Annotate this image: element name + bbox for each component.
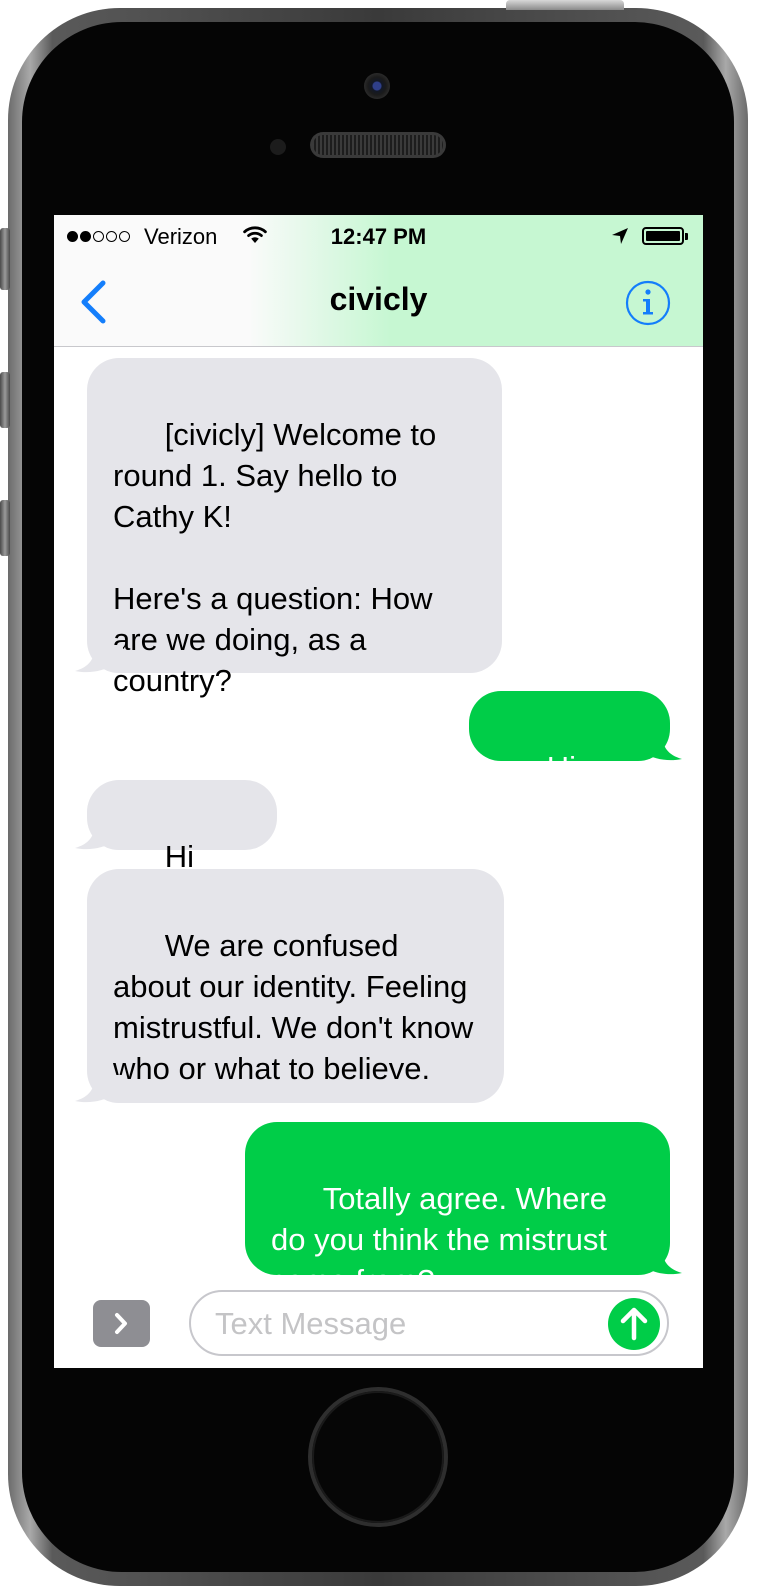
- status-bar: Verizon 12:47 PM: [54, 215, 703, 259]
- location-arrow-icon: [610, 226, 630, 252]
- info-icon: [625, 280, 671, 326]
- volume-up-button: [0, 372, 10, 428]
- message-bubble-incoming[interactable]: We are confused about our identity. Feel…: [87, 869, 504, 1103]
- bubble-tail: [634, 1247, 682, 1275]
- bubble-tail: [75, 645, 123, 673]
- message-text: We are confused about our identity. Feel…: [113, 928, 482, 1086]
- message-thread: [civicly] Welcome to round 1. Say hello …: [54, 347, 703, 1298]
- earpiece-speaker: [310, 132, 446, 158]
- send-button[interactable]: [608, 1298, 660, 1350]
- message-text: [civicly] Welcome to round 1. Say hello …: [113, 417, 437, 698]
- chevron-right-icon: [115, 1313, 127, 1334]
- home-button[interactable]: [312, 1391, 444, 1523]
- arrow-up-icon: [620, 1307, 648, 1341]
- power-button: [506, 0, 624, 10]
- navigation-bar: civicly: [54, 259, 703, 346]
- message-field[interactable]: [189, 1290, 669, 1356]
- clock: 12:47 PM: [330, 224, 427, 249]
- message-input[interactable]: [215, 1304, 595, 1344]
- message-bubble-outgoing[interactable]: Totally agree. Where do you think the mi…: [245, 1122, 670, 1298]
- bubble-tail: [75, 1075, 123, 1103]
- top-bar: Verizon 12:47 PM civicly: [54, 215, 703, 347]
- proximity-sensor: [270, 139, 286, 155]
- message-bubble-incoming[interactable]: [civicly] Welcome to round 1. Say hello …: [87, 358, 502, 698]
- bubble-tail: [75, 822, 123, 850]
- info-button[interactable]: [624, 279, 672, 327]
- battery-icon: [642, 227, 684, 245]
- mute-switch: [0, 228, 10, 290]
- bubble-tail: [634, 733, 682, 761]
- volume-down-button: [0, 500, 10, 556]
- message-text: Totally agree. Where do you think the mi…: [271, 1181, 616, 1298]
- conversation-title[interactable]: civicly: [54, 281, 703, 318]
- apps-expand-button[interactable]: [93, 1300, 150, 1347]
- message-input-bar: [54, 1287, 703, 1368]
- front-camera: [364, 73, 390, 99]
- message-text: Hi, Cathy!: [495, 750, 594, 826]
- screen: Verizon 12:47 PM civicly [civicly] Welco…: [54, 215, 703, 1368]
- battery-cap: [685, 233, 688, 240]
